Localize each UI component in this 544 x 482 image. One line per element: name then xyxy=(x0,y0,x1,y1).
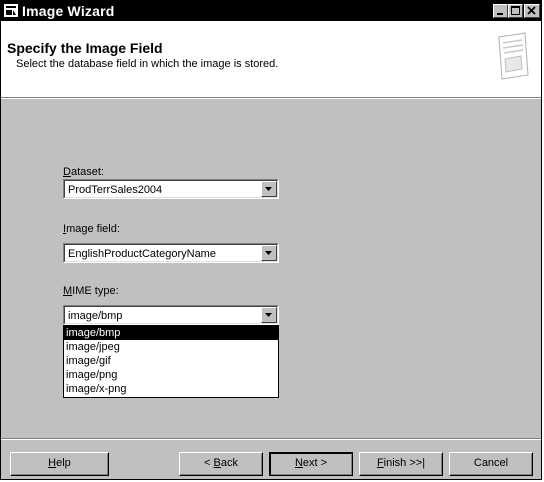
maximize-icon[interactable] xyxy=(508,4,523,18)
finish-button[interactable]: Finish >>| xyxy=(359,452,443,476)
help-button[interactable]: Help xyxy=(10,452,109,476)
cancel-button[interactable]: Cancel xyxy=(449,452,533,476)
image-field-dropdown-arrow-icon[interactable] xyxy=(261,245,277,261)
wizard-header: Specify the Image Field Select the datab… xyxy=(1,21,541,98)
mime-type-label: MIME type: xyxy=(63,285,119,297)
mime-option[interactable]: image/png xyxy=(64,368,278,382)
wizard-app-icon xyxy=(4,4,18,17)
mime-type-dropdown-list[interactable]: image/bmp image/jpeg image/gif image/png… xyxy=(63,325,279,398)
wizard-page-graphic-icon xyxy=(495,31,531,83)
mime-option[interactable]: image/bmp xyxy=(64,326,278,340)
title-bar[interactable]: Image Wizard xyxy=(1,1,541,21)
mime-option[interactable]: image/jpeg xyxy=(64,340,278,354)
image-wizard-window: Image Wizard Specify the Image Field Sel… xyxy=(0,0,542,480)
header-divider xyxy=(1,98,541,99)
image-field-label: Image field: xyxy=(63,223,120,235)
mime-option[interactable]: image/gif xyxy=(64,354,278,368)
close-icon[interactable] xyxy=(524,4,540,18)
next-button[interactable]: Next > xyxy=(269,452,353,476)
dataset-label: Dataset: xyxy=(63,166,104,178)
mime-option[interactable]: image/x-png xyxy=(64,382,278,396)
minimize-icon[interactable] xyxy=(493,4,508,18)
dataset-dropdown-arrow-icon[interactable] xyxy=(261,181,277,197)
window-title: Image Wizard xyxy=(22,3,115,19)
mime-type-dropdown-arrow-icon[interactable] xyxy=(261,307,277,323)
dataset-value: ProdTerrSales2004 xyxy=(68,184,163,196)
dataset-combo[interactable]: ProdTerrSales2004 xyxy=(63,179,279,199)
mime-type-combo[interactable]: image/bmp xyxy=(63,305,279,325)
back-button[interactable]: < Back xyxy=(179,452,263,476)
button-separator xyxy=(1,438,541,440)
mime-type-value: image/bmp xyxy=(68,310,123,322)
image-field-combo[interactable]: EnglishProductCategoryName xyxy=(63,243,279,263)
image-field-value: EnglishProductCategoryName xyxy=(68,248,216,260)
page-subtitle: Select the database field in which the i… xyxy=(16,58,279,70)
page-title: Specify the Image Field xyxy=(7,40,163,56)
